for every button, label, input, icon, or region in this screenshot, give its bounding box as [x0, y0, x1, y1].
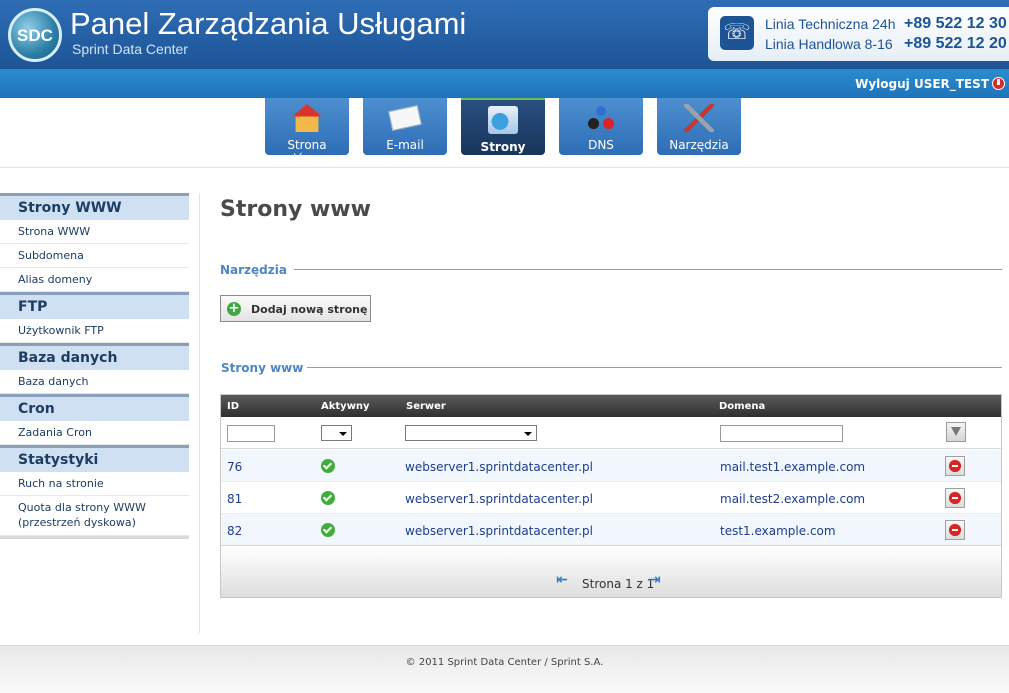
sidebar-group-cron[interactable]: Cron	[0, 394, 189, 421]
app-header: SDC Panel Zarządzania Usługami Sprint Da…	[0, 0, 1009, 69]
envelope-icon	[388, 105, 422, 131]
phone-icon: ☏	[720, 16, 754, 50]
add-site-label: Dodaj nową stronę	[251, 303, 368, 316]
main-nav: Strona główna E-mail Strony DNS Narzędzi…	[0, 98, 1009, 168]
tab-home-label: Strona główna	[285, 138, 329, 166]
delete-icon[interactable]	[945, 488, 965, 508]
table-row[interactable]: 76 webserver1.sprintdatacenter.pl mail.t…	[221, 450, 1001, 482]
contact-sales-number: +89 522 12 20	[904, 35, 1007, 52]
sidebar: Strony WWW Strona WWW Subdomena Alias do…	[0, 193, 189, 539]
home-icon	[292, 104, 322, 132]
tab-email[interactable]: E-mail	[363, 98, 447, 155]
sites-table: ID Aktywny Serwer Domena 76 webserver1.s…	[220, 394, 1002, 598]
active-check-icon	[321, 459, 335, 473]
tab-dns[interactable]: DNS	[559, 98, 643, 155]
filter-row	[221, 417, 1001, 449]
col-server[interactable]: Serwer	[406, 401, 446, 412]
footer: © 2011 Sprint Data Center / Sprint S.A.	[0, 645, 1009, 693]
sidebar-group-database[interactable]: Baza danych	[0, 343, 189, 370]
user-bar: Wyloguj USER_TEST	[0, 69, 1009, 98]
tab-tools[interactable]: Narzędzia	[657, 98, 741, 155]
list-section-line	[307, 367, 1002, 368]
contact-technical-label: Linia Techniczna 24h	[765, 16, 896, 32]
logo-text: SDC	[17, 26, 53, 45]
filter-id-input[interactable]	[227, 425, 275, 442]
col-domain[interactable]: Domena	[719, 401, 765, 412]
row-server[interactable]: webserver1.sprintdatacenter.pl	[405, 460, 593, 474]
tab-dns-label: DNS	[588, 138, 614, 152]
first-page-icon[interactable]: ⇤	[556, 572, 568, 588]
tools-section-label: Narzędzia	[220, 263, 287, 277]
filter-server-select[interactable]	[405, 425, 537, 441]
delete-icon[interactable]	[945, 520, 965, 540]
row-id[interactable]: 76	[227, 460, 242, 474]
row-id[interactable]: 82	[227, 524, 242, 538]
active-check-icon	[321, 491, 335, 505]
last-page-icon[interactable]: ⇥	[649, 572, 661, 588]
sidebar-item-quota[interactable]: Quota dla strony WWW (przestrzeń dyskowa…	[0, 496, 189, 536]
sidebar-group-stats[interactable]: Statystyki	[0, 445, 189, 472]
dns-network-icon	[586, 104, 616, 132]
filter-domain-input[interactable]	[720, 425, 843, 442]
logout-link[interactable]: Wyloguj USER_TEST	[855, 77, 1005, 91]
contact-box: ☏ Linia Techniczna 24h +89 522 12 30 Lin…	[708, 7, 1009, 61]
table-row[interactable]: 81 webserver1.sprintdatacenter.pl mail.t…	[221, 482, 1001, 514]
delete-icon[interactable]	[945, 456, 965, 476]
contact-technical-number: +89 522 12 30	[904, 15, 1007, 32]
filter-active-select[interactable]	[321, 425, 352, 441]
chevron-down-icon	[524, 432, 532, 436]
web-pages-icon	[488, 106, 518, 134]
contact-sales: Linia Handlowa 8-16 +89 522 12 20	[765, 35, 1007, 52]
row-domain[interactable]: mail.test1.example.com	[720, 460, 865, 474]
col-active[interactable]: Aktywny	[321, 401, 370, 412]
chevron-down-icon	[339, 432, 347, 436]
sidebar-item-traffic[interactable]: Ruch na stronie	[0, 472, 189, 496]
tab-pages[interactable]: Strony	[461, 98, 545, 155]
sidebar-item-subdomain[interactable]: Subdomena	[0, 244, 189, 268]
contact-technical: Linia Techniczna 24h +89 522 12 30	[765, 15, 1007, 32]
sidebar-item-database[interactable]: Baza danych	[0, 370, 189, 394]
content-divider	[199, 193, 200, 633]
sidebar-item-ftp-user[interactable]: Użytkownik FTP	[0, 319, 189, 343]
pager-info: Strona 1 z 1	[582, 577, 655, 591]
sdc-logo[interactable]: SDC	[8, 8, 62, 62]
tools-icon	[684, 104, 714, 132]
tools-section-line	[294, 269, 1002, 270]
pager: ⇤ Strona 1 z 1 ⇥	[221, 545, 1001, 597]
power-icon	[992, 77, 1005, 90]
contact-sales-label: Linia Handlowa 8-16	[765, 36, 893, 52]
sidebar-item-cron-jobs[interactable]: Zadania Cron	[0, 421, 189, 445]
app-title: Panel Zarządzania Usługami	[70, 6, 467, 41]
list-section-label: Strony www	[221, 361, 304, 375]
sidebar-group-www[interactable]: Strony WWW	[0, 193, 189, 220]
add-site-button[interactable]: + Dodaj nową stronę	[220, 295, 371, 322]
tab-email-label: E-mail	[386, 138, 424, 152]
tab-home[interactable]: Strona główna	[265, 98, 349, 166]
filter-funnel-icon[interactable]	[946, 422, 966, 442]
tab-tools-label: Narzędzia	[669, 138, 729, 152]
row-server[interactable]: webserver1.sprintdatacenter.pl	[405, 492, 593, 506]
footer-copyright: © 2011 Sprint Data Center / Sprint S.A.	[405, 657, 604, 668]
app-subtitle: Sprint Data Center	[72, 41, 188, 57]
page-title: Strony www	[220, 197, 371, 222]
logout-label: Wyloguj USER_TEST	[855, 77, 989, 91]
sidebar-item-domain-alias[interactable]: Alias domeny	[0, 268, 189, 292]
row-domain[interactable]: test1.example.com	[720, 524, 836, 538]
plus-icon: +	[227, 301, 241, 316]
tab-pages-label: Strony	[480, 140, 526, 154]
table-header: ID Aktywny Serwer Domena	[221, 395, 1001, 417]
table-row[interactable]: 82 webserver1.sprintdatacenter.pl test1.…	[221, 514, 1001, 546]
row-id[interactable]: 81	[227, 492, 242, 506]
sidebar-group-ftp[interactable]: FTP	[0, 292, 189, 319]
active-check-icon	[321, 523, 335, 537]
row-domain[interactable]: mail.test2.example.com	[720, 492, 865, 506]
col-id[interactable]: ID	[227, 401, 239, 412]
row-server[interactable]: webserver1.sprintdatacenter.pl	[405, 524, 593, 538]
sidebar-divider	[0, 536, 189, 539]
sidebar-item-website[interactable]: Strona WWW	[0, 220, 189, 244]
